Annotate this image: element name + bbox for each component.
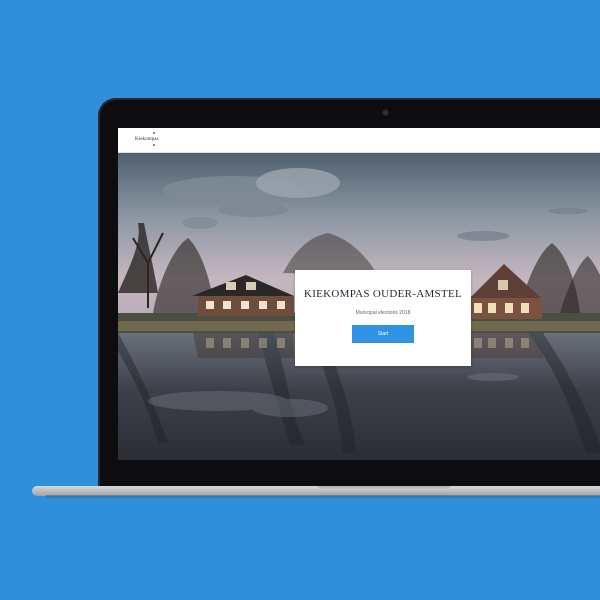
laptop-lid: Kiekompas KIEKOMPAS OUDER-AMSTEL Municip… — [98, 98, 600, 490]
laptop-screen: Kiekompas KIEKOMPAS OUDER-AMSTEL Municip… — [118, 128, 600, 460]
card-subtitle: Municipal elections 2018 — [355, 310, 411, 316]
site-header: Kiekompas — [118, 128, 600, 153]
logo-mark-icon — [153, 132, 155, 134]
card-title: KIEKOMPAS OUDER-AMSTEL — [303, 288, 463, 300]
device-mockup: Kiekompas KIEKOMPAS OUDER-AMSTEL Municip… — [0, 0, 600, 600]
start-button[interactable]: Start — [352, 325, 414, 343]
laptop-shadow — [46, 495, 600, 499]
webcam-icon — [383, 110, 388, 115]
logo-accent-icon — [153, 144, 155, 146]
election-intro-card: KIEKOMPAS OUDER-AMSTEL Municipal electio… — [295, 270, 471, 366]
laptop-notch — [318, 486, 450, 490]
site-logo[interactable]: Kiekompas — [135, 137, 159, 142]
hero-image: KIEKOMPAS OUDER-AMSTEL Municipal electio… — [118, 153, 600, 460]
